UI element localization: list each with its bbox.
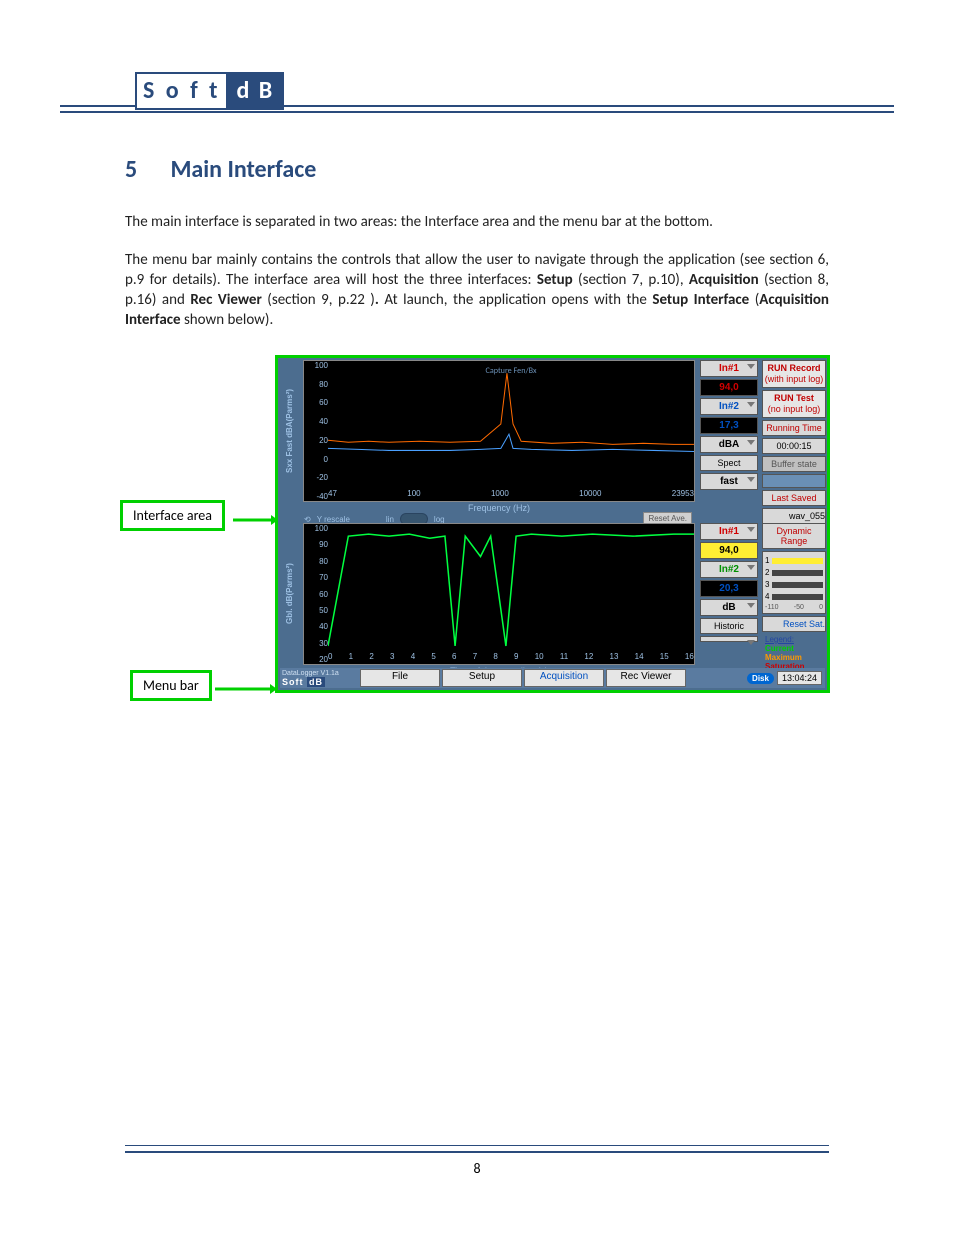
channel-box: 94,0 [700,379,758,396]
plot2-yticks: 1009080706050403020 [306,524,328,664]
menubar-buttons: FileSetupAcquisitionRec Viewer [360,669,688,687]
plot1-ylabel: Sxx Fast dBA(Parms²) [285,361,303,501]
channel-box[interactable] [700,636,758,642]
channel-box[interactable]: dBA [700,436,758,453]
channel-box[interactable]: In#2 [700,561,758,578]
channel-box: Spect [700,455,758,471]
channel-controls-top: In#1 94,0 In#2 17,3 dBA Spect fast [700,360,758,492]
channel-box[interactable]: dB [700,599,758,616]
run-button[interactable]: RUN Test(no input log) [762,390,826,418]
section-number: 5 [125,155,165,184]
footer-rule [125,1145,829,1153]
channel-box[interactable]: In#1 [700,523,758,540]
channel-box: 17,3 [700,417,758,434]
channel-box: 20,3 [700,580,758,597]
channel-box: 94,0 [700,542,758,559]
reset-sat-button[interactable]: Reset Sat. [762,616,826,632]
app-menu-bar: DataLogger V1.1a Soft dB FileSetupAcquis… [280,668,825,688]
plot2-ylabel: Gbl. dB(Parms²) [285,524,303,664]
plot1-waveform: Capture Fen/Bx [328,363,694,485]
callout-arrow-icon [233,513,278,527]
plot2-xticks: 012345678910111213141516 [328,652,694,662]
dynamic-range-panel: Dynamic Range1234-110-500Reset Sat.Legen… [762,523,826,671]
section-title: Main Interface [170,155,316,184]
menu-setup[interactable]: Setup [442,669,522,687]
menu-acquisition[interactable]: Acquisition [524,669,604,687]
logo-left: S o f t [135,72,226,110]
disk-indicator: Disk [747,673,774,684]
plot2-waveform [328,526,694,648]
menubar-logo: DataLogger V1.1a Soft dB [280,668,360,688]
channel-box[interactable]: fast [700,473,758,490]
app-screenshot: Sxx Fast dBA(Parms²) 100806040200-20-40 … [275,355,830,693]
callout-menu-bar: Menu bar [130,670,212,701]
clock: 13:04:24 [777,671,822,685]
channel-controls-bottom: In#1 94,0 In#2 20,3 dB Historic [700,523,758,644]
plot1-yticks: 100806040200-20-40 [306,361,328,501]
section-heading: 5 Main Interface [125,155,829,184]
plot1-xticks: 4710010001000023953 [328,489,694,499]
channel-box[interactable]: In#2 [700,398,758,415]
channel-box: Historic [700,618,758,634]
menu-file[interactable]: File [360,669,440,687]
history-plot: Gbl. dB(Parms²) 1009080706050403020 0123… [303,523,695,665]
callout-interface-area: Interface area [120,500,225,531]
paragraph-1: The main interface is separated in two a… [125,212,829,232]
logo-right: d B [226,72,284,110]
brand-logo: S o f t d B [135,72,284,110]
paragraph-2: The menu bar mainly contains the control… [125,250,829,330]
spectrum-plot: Sxx Fast dBA(Parms²) 100806040200-20-40 … [303,360,695,502]
menu-rec-viewer[interactable]: Rec Viewer [606,669,686,687]
run-button[interactable]: RUN Record(with input log) [762,360,826,388]
svg-text:Capture Fen/Bx: Capture Fen/Bx [486,366,537,376]
channel-box[interactable]: In#1 [700,360,758,377]
run-panel: RUN Record(with input log)RUN Test(no in… [762,360,826,526]
plot1-xlabel: Frequency (Hz) [304,503,694,513]
callout-arrow-icon [215,682,277,696]
page-number: 8 [0,1160,954,1177]
